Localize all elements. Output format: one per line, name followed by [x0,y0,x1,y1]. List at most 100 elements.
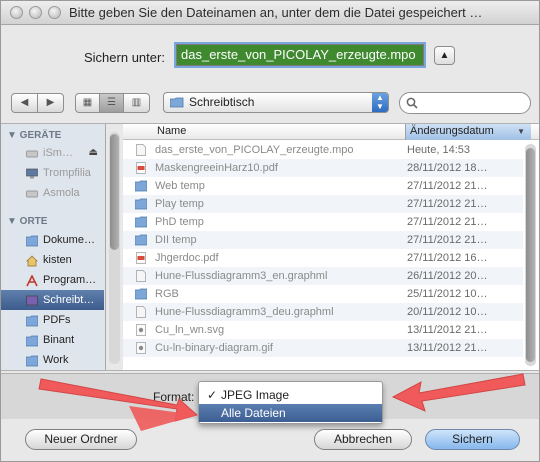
sidebar-item-place[interactable]: Program… [1,270,104,290]
file-row[interactable]: Web temp 27/11/2012 21… [123,177,523,195]
file-date: 27/11/2012 21… [407,234,488,246]
list-view-button[interactable]: ☰ [99,93,124,113]
column-name[interactable]: Name [157,125,186,137]
file-row[interactable]: Hune-Flussdiagramm3_en.graphml 26/11/2012… [123,267,523,285]
folder-icon [25,314,39,327]
file-scrollbar-thumb[interactable] [526,148,535,362]
file-row[interactable]: PhD temp 27/11/2012 21… [123,213,523,231]
forward-button[interactable]: ▶ [37,93,64,113]
browser-pane: ▼ GERÄTE iSm… ⏏ Trompfilia Asmola ▼ ORTE Do… [1,123,539,371]
filename-field[interactable]: das_erste_von_PICOLAY_erzeugte.mpo [176,44,424,66]
sidebar-item-place[interactable]: Work [1,350,104,370]
file-name: Hune-Flussdiagramm3_en.graphml [155,270,328,282]
file-date: 13/11/2012 21… [407,342,488,354]
file-row[interactable]: MaskengreeinHarz10.pdf 28/11/2012 18… [123,159,523,177]
file-row[interactable]: das_erste_von_PICOLAY_erzeugte.mpo Heute,… [123,141,523,159]
sidebar-item-device[interactable]: Asmola [1,183,104,203]
image-icon [135,324,147,336]
sidebar-scrollbar-thumb[interactable] [110,134,119,250]
sidebar-item-label: Asmola [43,187,80,199]
file-date: 27/11/2012 21… [407,216,488,228]
file-date: 25/11/2012 10… [407,288,488,300]
sidebar-item-place[interactable]: Binant [1,330,104,350]
file-date: Heute, 14:53 [407,144,470,156]
sidebar-item-label: PDFs [43,314,71,326]
cancel-button[interactable]: Abbrechen [314,429,412,450]
file-row[interactable]: Cu-ln-binary-diagram.gif 13/11/2012 21… [123,339,523,357]
file-row[interactable]: Play temp 27/11/2012 21… [123,195,523,213]
format-dropdown-menu[interactable]: ✓ JPEG Image Alle Dateien [198,381,383,424]
disk-icon [26,147,39,158]
column-view-button[interactable]: ▥ [123,93,150,113]
folder-icon [134,234,148,246]
button-bar: Neuer Ordner Abbrechen Sichern [1,423,539,461]
column-date[interactable]: Änderungsdatum ▼ [405,124,531,140]
file-list: Name Änderungsdatum ▼ das_erste_von_PICO… [123,124,539,370]
file-name: Jhgerdoc.pdf [155,252,219,264]
file-row[interactable]: DII temp 27/11/2012 21… [123,231,523,249]
sidebar-item-device[interactable]: Trompfilia [1,163,104,183]
file-date: 13/11/2012 21… [407,324,488,336]
file-row[interactable]: Hune-Flussdiagramm3_deu.graphml 20/11/201… [123,303,523,321]
file-row[interactable]: Cu_ln_wn.svg 13/11/2012 21… [123,321,523,339]
file-name: das_erste_von_PICOLAY_erzeugte.mpo [155,144,354,156]
location-label: Schreibtisch [189,95,255,109]
close-button[interactable] [10,6,23,19]
sidebar-item-place[interactable]: kisten [1,250,104,270]
navigation-toolbar: ◀ ▶ ▦ ☰ ▥ Schreibtisch ▲ ▼ [1,90,539,116]
zoom-button[interactable] [48,6,61,19]
sidebar-item-label: Binant [43,334,75,346]
devices-header[interactable]: ▼ GERÄTE [7,130,61,141]
column-date-label: Änderungsdatum [410,125,494,137]
stepper-icon: ▲ ▼ [372,93,388,112]
folder-icon [25,234,39,247]
image-icon [135,342,147,354]
search-field[interactable] [399,92,531,114]
format-option-jpeg[interactable]: ✓ JPEG Image [199,386,382,404]
pdf-icon [135,252,147,264]
icon-view-icon: ▦ [82,97,93,108]
checkmark-icon: ✓ [207,388,218,402]
sidebar-item-label: iSm… [43,147,73,159]
location-popup[interactable]: Schreibtisch ▲ ▼ [163,92,389,113]
eject-icon[interactable]: ⏏ [89,143,98,163]
sidebar-item-label: Trompfilia [43,167,91,179]
file-date: 27/11/2012 21… [407,180,488,192]
document-icon [135,144,147,156]
file-name: Play temp [155,198,204,210]
file-row[interactable]: RGB 25/11/2012 10… [123,285,523,303]
format-option-all-files[interactable]: Alle Dateien [199,404,382,422]
file-date: 27/11/2012 21… [407,198,488,210]
places-header[interactable]: ▼ ORTE [7,216,47,227]
save-as-row: Sichern unter: das_erste_von_PICOLAY_erz… [1,41,539,69]
search-icon [406,97,418,109]
minimize-button[interactable] [29,6,42,19]
file-date: 26/11/2012 20… [407,270,488,282]
document-icon [135,306,147,318]
sidebar-item-device[interactable]: iSm… ⏏ [1,143,104,163]
new-folder-button[interactable]: Neuer Ordner [25,429,137,450]
sidebar-item-place[interactable]: Dokume… [1,230,104,250]
sidebar-item-place[interactable]: PDFs [1,310,104,330]
sidebar-item-place[interactable]: Schreibt… [1,290,104,310]
icon-view-button[interactable]: ▦ [75,93,100,113]
format-option-label: Alle Dateien [221,406,286,420]
back-button[interactable]: ◀ [11,93,38,113]
back-icon: ◀ [20,97,29,108]
applications-icon [26,274,39,287]
folder-icon [134,180,148,192]
folder-icon [25,334,39,347]
file-date: 28/11/2012 18… [407,162,488,174]
list-view-icon: ☰ [107,97,116,108]
expand-dialog-button[interactable]: ▲ [434,46,455,65]
window-title: Bitte geben Sie den Dateinamen an, unter… [69,5,483,20]
save-button[interactable]: Sichern [425,429,520,450]
sort-icon: ▼ [517,127,525,136]
column-header: Name Änderungsdatum ▼ [123,124,539,140]
folder-icon [134,288,148,300]
file-name: Cu_ln_wn.svg [155,324,225,336]
file-name: DII temp [155,234,197,246]
file-row[interactable]: Jhgerdoc.pdf 27/11/2012 16… [123,249,523,267]
sidebar-item-label: Dokume… [43,234,95,246]
file-name: PhD temp [155,216,204,228]
